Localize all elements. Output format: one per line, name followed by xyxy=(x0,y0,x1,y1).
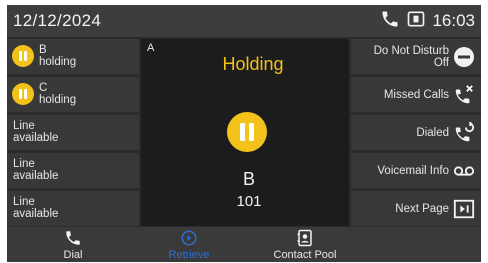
contact-pool-softkey[interactable]: Contact Pool xyxy=(263,227,347,262)
caller-name: B xyxy=(242,169,255,189)
call-status: Holding xyxy=(222,54,284,74)
missed-call-icon xyxy=(453,84,475,106)
line-key-icon xyxy=(406,9,426,34)
line-key-column: B holding C holding Line available Line … xyxy=(7,39,139,226)
line-key-b[interactable]: B holding xyxy=(7,39,139,74)
hold-icon xyxy=(227,112,267,152)
line-key-name: Line xyxy=(13,158,35,170)
next-page-icon xyxy=(453,198,475,220)
line-key-name: Line xyxy=(13,196,35,208)
hold-icon xyxy=(12,45,34,67)
status-right-group: 16:03 xyxy=(380,10,475,32)
dialed-label: Dialed xyxy=(416,127,449,139)
contact-book-icon xyxy=(296,229,314,247)
line-key-state: holding xyxy=(39,56,77,68)
next-page-key[interactable]: Next Page xyxy=(351,191,481,226)
call-panel: A Holding B 101 xyxy=(141,39,349,226)
retrieve-icon xyxy=(180,229,198,247)
line-key-state: available xyxy=(13,208,59,220)
dialed-key[interactable]: Dialed xyxy=(351,115,481,150)
status-date: 12/12/2024 xyxy=(13,11,102,30)
retrieve-softkey[interactable]: Retrieve xyxy=(149,227,229,262)
line-key-line-5[interactable]: Line available xyxy=(7,191,139,226)
line-key-state: holding xyxy=(39,94,77,106)
voicemail-info-key[interactable]: Voicemail Info xyxy=(351,153,481,188)
next-page-label: Next Page xyxy=(395,203,449,215)
line-key-c[interactable]: C holding xyxy=(7,77,139,112)
handset-icon xyxy=(380,9,400,34)
phone-screen-backdrop: 12/12/2024 16:03 B holding C holding Lin… xyxy=(0,0,488,263)
dial-icon xyxy=(64,229,82,247)
contact-pool-label: Contact Pool xyxy=(273,249,337,261)
missed-calls-key[interactable]: Missed Calls xyxy=(351,77,481,112)
dnd-label: Do Not Disturb xyxy=(373,45,449,57)
hold-icon xyxy=(12,83,34,105)
function-key-column: Do Not Disturb Off Missed Calls Dialed V… xyxy=(351,39,481,226)
voicemail-label: Voicemail Info xyxy=(377,165,449,177)
line-key-line-4[interactable]: Line available xyxy=(7,153,139,188)
do-not-disturb-key[interactable]: Do Not Disturb Off xyxy=(351,39,481,74)
missed-calls-label: Missed Calls xyxy=(383,89,449,101)
retrieve-label: Retrieve xyxy=(168,249,210,261)
line-key-state: available xyxy=(13,170,59,182)
caller-number: 101 xyxy=(236,193,262,210)
phone-display: 12/12/2024 16:03 B holding C holding Lin… xyxy=(7,5,481,262)
status-time: 16:03 xyxy=(432,11,475,30)
softkey-bar: Dial Retrieve Contact Pool xyxy=(7,227,481,262)
voicemail-icon xyxy=(453,160,475,182)
dial-label: Dial xyxy=(63,249,83,261)
line-key-name: C xyxy=(39,82,48,94)
line-key-state: available xyxy=(13,132,59,144)
call-line-label: A xyxy=(147,42,155,54)
line-key-name: Line xyxy=(13,120,35,132)
dialed-call-icon xyxy=(453,121,475,144)
line-key-line-3[interactable]: Line available xyxy=(7,115,139,150)
status-bar: 12/12/2024 16:03 xyxy=(7,5,481,37)
do-not-disturb-icon xyxy=(453,46,475,68)
dial-softkey[interactable]: Dial xyxy=(33,227,113,262)
line-key-name: B xyxy=(39,44,47,56)
dnd-state: Off xyxy=(433,57,449,69)
